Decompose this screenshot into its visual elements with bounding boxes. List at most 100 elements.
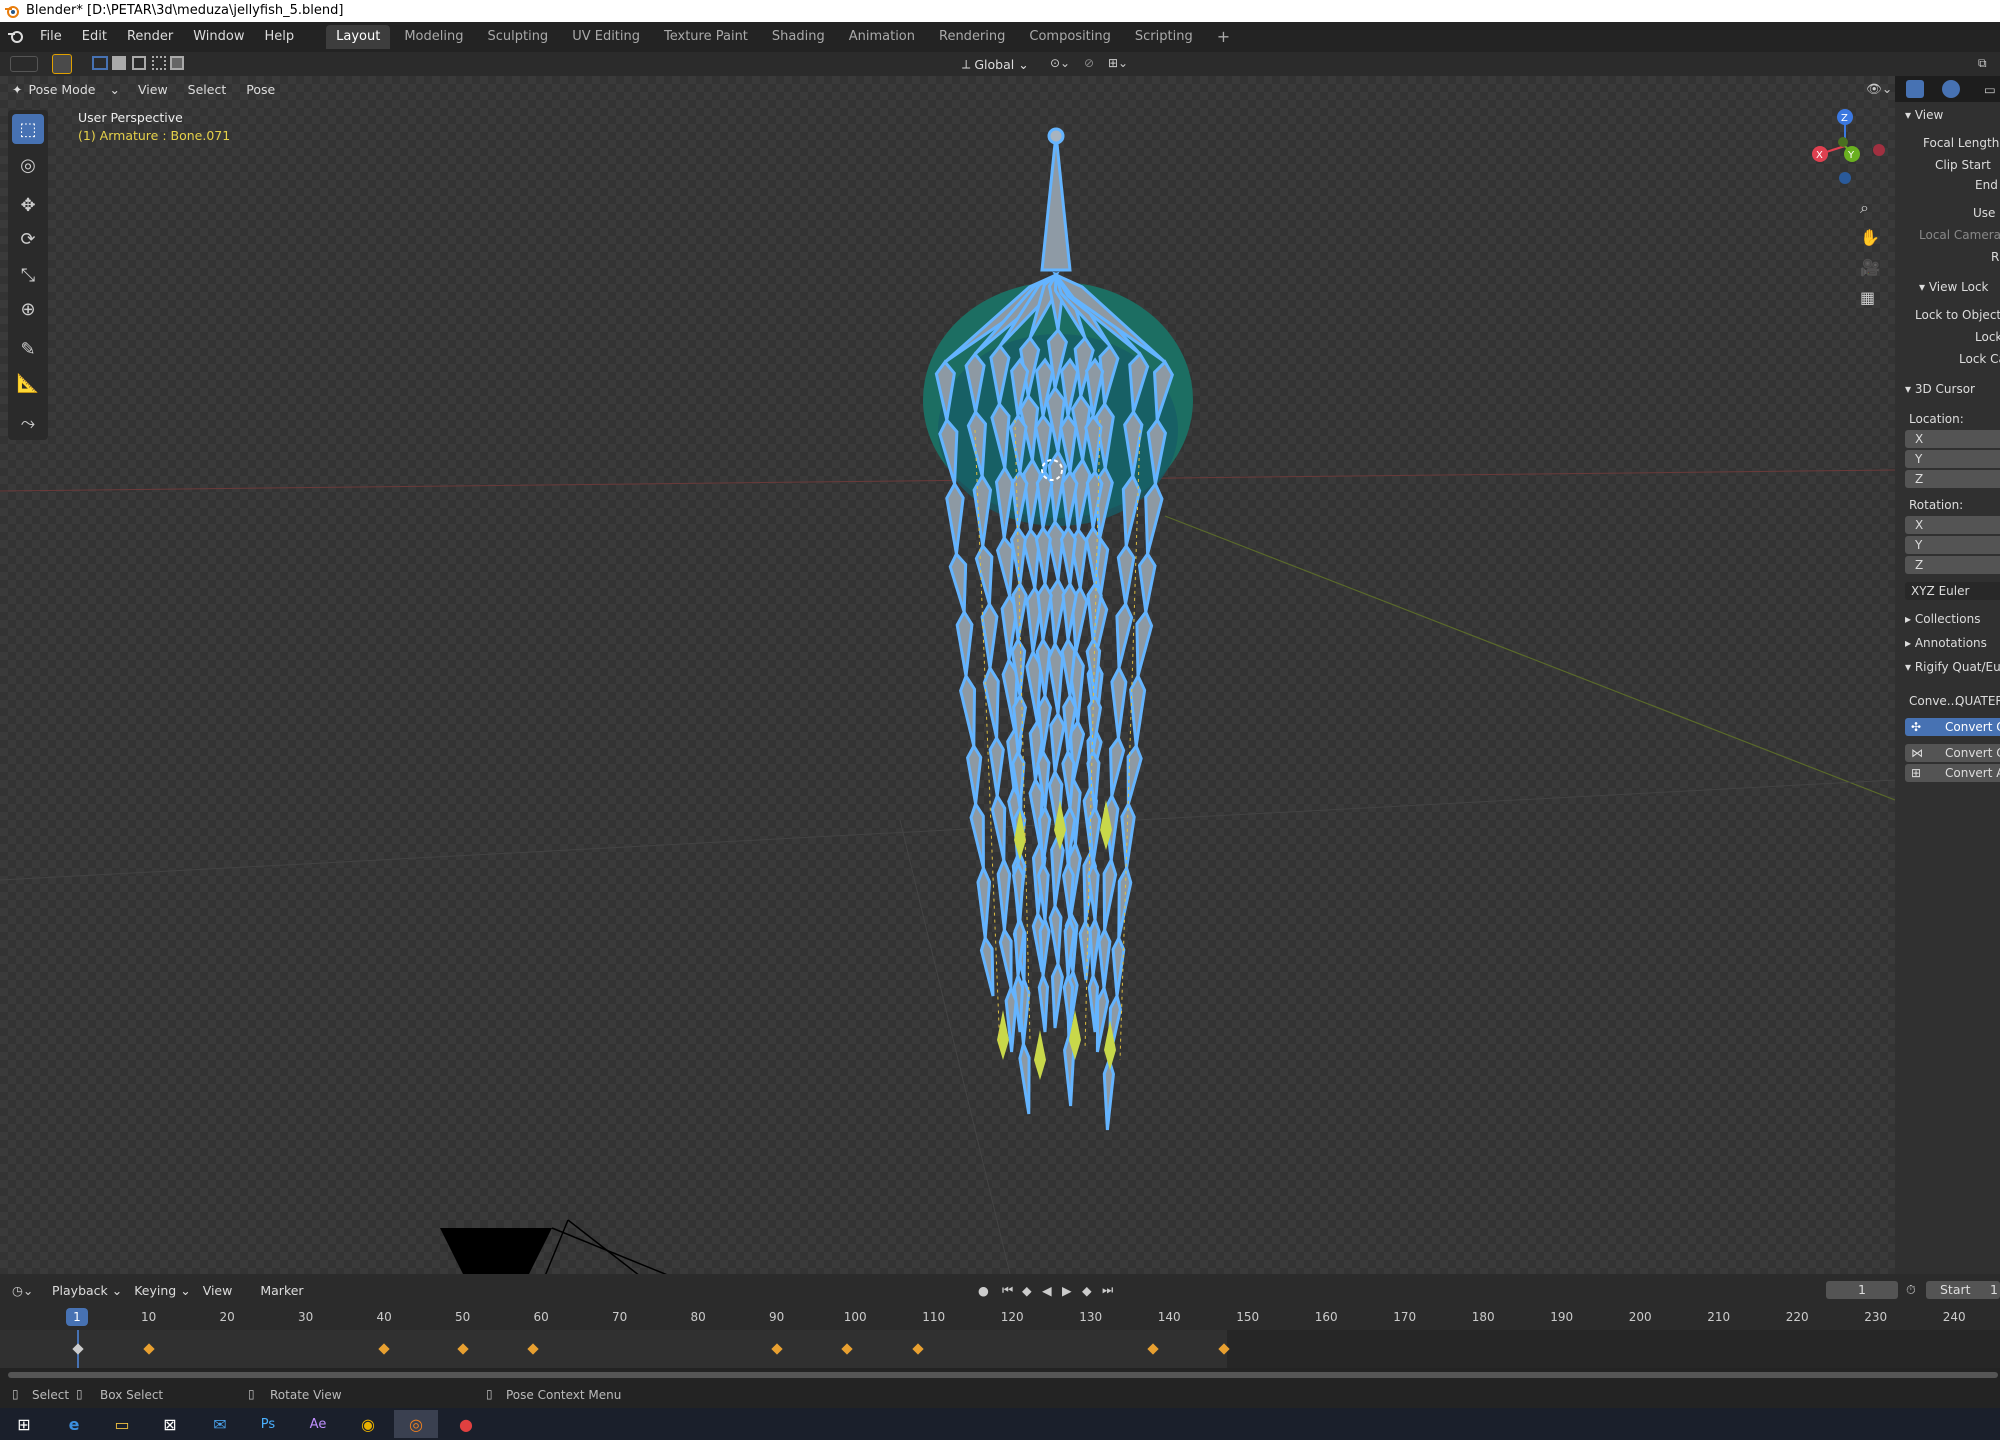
scale-tool-icon[interactable]: ⤡ <box>12 260 44 290</box>
windows-start-icon[interactable]: ⊞ <box>2 1410 46 1438</box>
mode-dropdown[interactable]: ✦ Pose Mode ⌄ <box>12 82 122 97</box>
start-frame-field[interactable]: Start 1 <box>1926 1281 2000 1299</box>
select-intersect-icon[interactable] <box>170 56 184 70</box>
viewport-menu-pose[interactable]: Pose <box>246 82 275 97</box>
blender-menu-icon[interactable] <box>0 27 30 47</box>
workspace-tab-scripting[interactable]: Scripting <box>1125 25 1203 49</box>
select-set-icon[interactable] <box>92 56 108 70</box>
menu-file[interactable]: File <box>30 22 72 52</box>
cursor-rotation-z-field[interactable]: Z <box>1905 556 2000 574</box>
transform-tool-icon[interactable]: ⊕ <box>12 294 44 324</box>
keyframe-diamond-icon[interactable] <box>456 1343 469 1355</box>
workspace-tab-rendering[interactable]: Rendering <box>929 25 1015 49</box>
keyframe-diamond-icon[interactable] <box>72 1343 84 1355</box>
pan-hand-icon[interactable]: ✋ <box>1860 228 1880 247</box>
keyframe-diamond-icon[interactable] <box>378 1343 390 1355</box>
workspace-tab-modeling[interactable]: Modeling <box>394 25 473 49</box>
convert-mode-value[interactable]: QUATER <box>1955 694 2000 708</box>
timeline-editor-type-icon[interactable]: ◷⌄ <box>12 1283 52 1298</box>
cursor-location-z-field[interactable]: Z <box>1905 470 2000 488</box>
select-extend-icon[interactable] <box>112 56 126 70</box>
timeline-keyframes[interactable] <box>0 1330 2000 1368</box>
photoshop-icon[interactable]: Ps <box>246 1410 290 1438</box>
transform-orientation-dropdown[interactable]: ⟂ Global ⌄ <box>962 54 1042 74</box>
timeline-menu-view[interactable]: View <box>203 1283 233 1298</box>
convert-c-button[interactable]: ⋈ Convert C <box>1905 744 2000 762</box>
keyframe-diamond-icon[interactable] <box>770 1343 783 1355</box>
overlay-toggle-icon[interactable] <box>1942 80 1960 98</box>
cursor-rotation-x-field[interactable]: X <box>1905 516 2000 534</box>
jump-end-icon[interactable]: ⏭ <box>1102 1282 1113 1298</box>
keyframe-diamond-icon[interactable] <box>841 1343 853 1355</box>
camera-view-icon[interactable]: 🎥 <box>1860 258 1880 277</box>
editor-options-icon[interactable]: ⧉ <box>1978 56 1996 72</box>
menu-window[interactable]: Window <box>183 22 254 52</box>
after-effects-icon[interactable]: Ae <box>296 1410 340 1438</box>
timeline-menu-keying[interactable]: Keying ⌄ <box>134 1283 190 1298</box>
menu-render[interactable]: Render <box>117 22 183 52</box>
bone-tool-icon[interactable]: ⤳ <box>12 408 44 438</box>
play-icon[interactable]: ▶ <box>1062 1283 1072 1298</box>
add-workspace-icon[interactable]: + <box>1207 25 1240 49</box>
select-mode-icon[interactable] <box>52 54 72 74</box>
cursor-rotation-y-field[interactable]: Y <box>1905 536 2000 554</box>
workspace-tab-uv-editing[interactable]: UV Editing <box>562 25 650 49</box>
perspective-grid-icon[interactable]: ▦ <box>1860 288 1875 307</box>
blender-taskbar-icon[interactable]: ◎ <box>394 1410 438 1438</box>
keyframe-diamond-icon[interactable] <box>1147 1343 1160 1355</box>
mail-icon[interactable]: ✉ <box>198 1410 242 1438</box>
store-icon[interactable]: ⊠ <box>148 1410 192 1438</box>
play-reverse-icon[interactable]: ◀ <box>1042 1283 1052 1298</box>
annotate-tool-icon[interactable]: ✎ <box>12 334 44 364</box>
annotations-panel-header[interactable]: ▸ Annotations <box>1905 636 1987 650</box>
record-icon[interactable]: ● <box>978 1283 989 1298</box>
chrome-icon[interactable]: ◉ <box>346 1410 390 1438</box>
viewport-menu-select[interactable]: Select <box>188 82 227 97</box>
workspace-tab-texture-paint[interactable]: Texture Paint <box>654 25 758 49</box>
edge-browser-icon[interactable]: e <box>52 1410 96 1438</box>
convert-o-button[interactable]: ✣ Convert O <box>1905 718 2000 736</box>
visibility-icon[interactable]: 👁⌄ <box>1866 81 1892 97</box>
collections-panel-header[interactable]: ▸ Collections <box>1905 612 1980 626</box>
xray-toggle-icon[interactable]: ▭ <box>1984 82 1996 97</box>
cursor-tool-icon[interactable]: ◎ <box>12 150 44 180</box>
chat-app-icon[interactable]: ● <box>444 1410 488 1438</box>
cursor-location-y-field[interactable]: Y <box>1905 450 2000 468</box>
zoom-icon[interactable]: ⌕ <box>1860 198 1869 218</box>
cursor-location-x-field[interactable]: X <box>1905 430 2000 448</box>
convert-a-button[interactable]: ⊞ Convert A <box>1905 764 2000 782</box>
timeline-frame-ruler[interactable]: 1 10 20 30 40 50 60 70 80 90 100 110 120 130 140 150 16… <box>0 1306 2000 1368</box>
current-frame-field[interactable]: 1 <box>1826 1281 1898 1299</box>
move-tool-icon[interactable]: ✥ <box>12 190 44 220</box>
select-subtract-icon[interactable] <box>132 56 146 70</box>
3d-cursor-panel-header[interactable]: ▾ 3D Cursor <box>1905 382 1975 396</box>
rigify-panel-header[interactable]: ▾ Rigify Quat/Eul <box>1905 660 2000 674</box>
rotate-tool-icon[interactable]: ⟳ <box>12 224 44 254</box>
workspace-tab-sculpting[interactable]: Sculpting <box>477 25 558 49</box>
gizmo-toggle-icon[interactable] <box>1906 80 1924 98</box>
view-panel-header[interactable]: ▾ View <box>1905 108 1943 122</box>
view-lock-header[interactable]: ▾ View Lock <box>1919 280 1989 294</box>
select-box-tool-icon[interactable]: ⬚ <box>12 114 44 144</box>
navigation-gizmo[interactable]: Z X Y <box>1800 106 1890 186</box>
next-keyframe-icon[interactable]: ◆ <box>1082 1283 1092 1298</box>
menu-help[interactable]: Help <box>255 22 305 52</box>
editor-type-icon[interactable] <box>10 56 38 72</box>
viewport-menu-view[interactable]: View <box>138 82 168 97</box>
keyframe-diamond-icon[interactable] <box>527 1343 539 1355</box>
workspace-tab-layout[interactable]: Layout <box>326 25 391 49</box>
file-explorer-icon[interactable]: ▭ <box>100 1410 144 1438</box>
select-invert-icon[interactable] <box>152 56 166 70</box>
workspace-tab-animation[interactable]: Animation <box>839 25 925 49</box>
timeline-scrollbar[interactable] <box>0 1368 2000 1382</box>
snap-icon[interactable]: ⊘ <box>1084 56 1100 72</box>
keyframe-diamond-icon[interactable] <box>912 1343 924 1355</box>
menu-edit[interactable]: Edit <box>72 22 117 52</box>
pivot-point-icon[interactable]: ⊙⌄ <box>1050 56 1078 72</box>
keyframe-diamond-icon[interactable] <box>142 1343 155 1355</box>
rotation-mode-dropdown[interactable]: XYZ Euler <box>1905 582 2000 600</box>
jump-start-icon[interactable]: ⏮ <box>1002 1282 1013 1298</box>
stopwatch-icon[interactable]: ⏱ <box>1906 1282 1916 1298</box>
workspace-tab-compositing[interactable]: Compositing <box>1019 25 1121 49</box>
workspace-tab-shading[interactable]: Shading <box>762 25 835 49</box>
